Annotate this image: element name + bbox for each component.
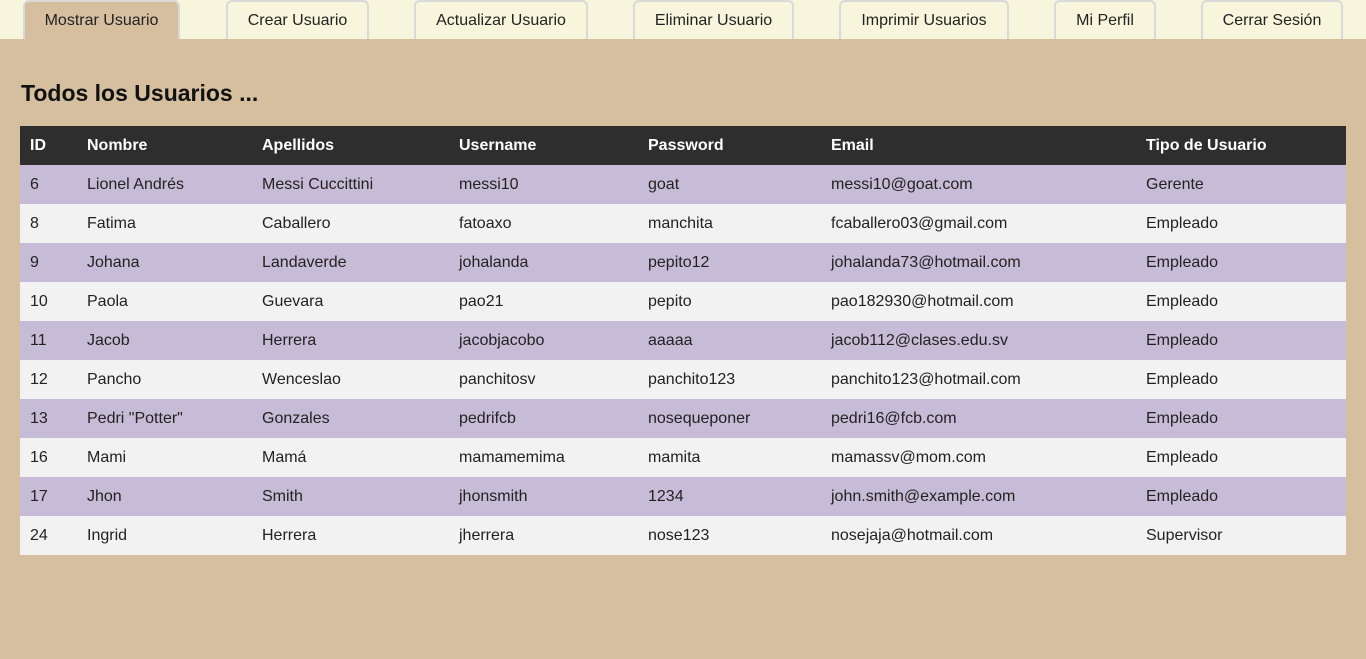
page-title: Todos los Usuarios ... (21, 80, 259, 106)
table-row: 9 Johana Landaverde johalanda pepito12 johala… (20, 243, 1346, 282)
column-header-password: Password (648, 136, 724, 154)
table-row: 17 Jhon Smith jhonsmith 1234 john.smith@examp… (20, 477, 1346, 516)
tab-crear-usuario[interactable]: Crear Usuario (226, 0, 369, 39)
cell-password: goat (648, 175, 680, 193)
column-header-tipo-usuario: Tipo de Usuario (1146, 136, 1267, 154)
cell-apellidos: Gonzales (262, 409, 330, 427)
cell-apellidos: Messi Cuccittini (262, 175, 374, 193)
cell-nombre: Fatima (87, 214, 136, 232)
column-header-email: Email (831, 136, 874, 154)
tab-actualizar-usuario[interactable]: Actualizar Usuario (414, 0, 588, 39)
table-row: 13 Pedri "Potter" Gonzales pedrifcb nosequep… (20, 399, 1346, 438)
table-row: 11 Jacob Herrera jacobjacobo aaaaa jacob112@c… (20, 321, 1346, 360)
cell-id: 13 (30, 409, 48, 427)
cell-nombre: Pedri "Potter" (87, 409, 183, 427)
cell-tipo-usuario: Gerente (1146, 175, 1204, 193)
cell-nombre: Lionel Andrés (87, 175, 184, 193)
cell-nombre: Ingrid (87, 526, 128, 544)
cell-apellidos: Smith (262, 487, 303, 505)
table-row: 8 Fatima Caballero fatoaxo manchita fcaballer… (20, 204, 1346, 243)
cell-email: mamassv@mom.com (831, 448, 986, 466)
cell-tipo-usuario: Empleado (1146, 292, 1219, 310)
tab-mostrar-usuario[interactable]: Mostrar Usuario (23, 0, 180, 39)
cell-apellidos: Wenceslao (262, 370, 341, 388)
table-row: 12 Pancho Wenceslao panchitosv panchito123 pa… (20, 360, 1346, 399)
table-row: 6 Lionel Andrés Messi Cuccittini messi10 goa… (20, 165, 1346, 204)
cell-password: 1234 (648, 487, 684, 505)
tab-cerrar-sesion[interactable]: Cerrar Sesión (1201, 0, 1343, 39)
tab-imprimir-usuarios[interactable]: Imprimir Usuarios (839, 0, 1009, 39)
cell-username: fatoaxo (459, 214, 512, 232)
cell-tipo-usuario: Empleado (1146, 448, 1219, 466)
cell-nombre: Pancho (87, 370, 142, 388)
column-header-id: ID (30, 136, 46, 154)
cell-email: jacob112@clases.edu.sv (831, 331, 1008, 349)
cell-email: pao182930@hotmail.com (831, 292, 1014, 310)
table-header-row: ID Nombre Apellidos Username Password Email Ti… (20, 126, 1346, 165)
column-header-username: Username (459, 136, 537, 154)
cell-email: pedri16@fcb.com (831, 409, 957, 427)
users-table: ID Nombre Apellidos Username Password Email Ti… (20, 126, 1346, 555)
cell-tipo-usuario: Empleado (1146, 214, 1219, 232)
cell-email: john.smith@example.com (831, 487, 1016, 505)
cell-password: mamita (648, 448, 701, 466)
cell-password: manchita (648, 214, 713, 232)
cell-username: panchitosv (459, 370, 536, 388)
cell-tipo-usuario: Empleado (1146, 253, 1219, 271)
cell-id: 12 (30, 370, 48, 388)
cell-email: fcaballero03@gmail.com (831, 214, 1008, 232)
cell-password: pepito (648, 292, 692, 310)
cell-apellidos: Caballero (262, 214, 331, 232)
cell-username: johalanda (459, 253, 529, 271)
cell-nombre: Johana (87, 253, 140, 271)
table-body: 6 Lionel Andrés Messi Cuccittini messi10 goa… (20, 165, 1346, 555)
cell-nombre: Jacob (87, 331, 130, 349)
cell-nombre: Jhon (87, 487, 122, 505)
cell-id: 6 (30, 175, 39, 193)
cell-username: jacobjacobo (459, 331, 545, 349)
cell-email: messi10@goat.com (831, 175, 973, 193)
tab-bar: Mostrar Usuario Crear Usuario Actualizar… (0, 0, 1366, 39)
cell-username: messi10 (459, 175, 519, 193)
table-row: 24 Ingrid Herrera jherrera nose123 nosejaja@h… (20, 516, 1346, 555)
tab-mi-perfil[interactable]: Mi Perfil (1054, 0, 1156, 39)
cell-id: 10 (30, 292, 48, 310)
cell-email: nosejaja@hotmail.com (831, 526, 994, 544)
cell-apellidos: Landaverde (262, 253, 347, 271)
cell-password: aaaaa (648, 331, 693, 349)
cell-username: pedrifcb (459, 409, 516, 427)
tab-eliminar-usuario[interactable]: Eliminar Usuario (633, 0, 794, 39)
cell-tipo-usuario: Empleado (1146, 370, 1219, 388)
cell-email: panchito123@hotmail.com (831, 370, 1021, 388)
cell-nombre: Paola (87, 292, 128, 310)
cell-tipo-usuario: Supervisor (1146, 526, 1223, 544)
table-row: 16 Mami Mamá mamamemima mamita mamassv@mom.co… (20, 438, 1346, 477)
cell-apellidos: Mamá (262, 448, 307, 466)
cell-password: nosequeponer (648, 409, 751, 427)
cell-tipo-usuario: Empleado (1146, 331, 1219, 349)
cell-id: 16 (30, 448, 48, 466)
cell-id: 24 (30, 526, 48, 544)
cell-id: 17 (30, 487, 48, 505)
column-header-apellidos: Apellidos (262, 136, 335, 154)
table-row: 10 Paola Guevara pao21 pepito pao182930@hotma… (20, 282, 1346, 321)
cell-apellidos: Herrera (262, 331, 317, 349)
cell-id: 8 (30, 214, 39, 232)
cell-apellidos: Herrera (262, 526, 317, 544)
cell-tipo-usuario: Empleado (1146, 409, 1219, 427)
cell-username: pao21 (459, 292, 504, 310)
cell-password: pepito12 (648, 253, 710, 271)
cell-nombre: Mami (87, 448, 127, 466)
cell-password: nose123 (648, 526, 710, 544)
cell-id: 11 (30, 331, 47, 349)
column-header-nombre: Nombre (87, 136, 148, 154)
cell-tipo-usuario: Empleado (1146, 487, 1219, 505)
cell-apellidos: Guevara (262, 292, 324, 310)
cell-username: jhonsmith (459, 487, 528, 505)
cell-password: panchito123 (648, 370, 736, 388)
cell-id: 9 (30, 253, 39, 271)
cell-username: jherrera (459, 526, 515, 544)
cell-username: mamamemima (459, 448, 565, 466)
cell-email: johalanda73@hotmail.com (831, 253, 1021, 271)
